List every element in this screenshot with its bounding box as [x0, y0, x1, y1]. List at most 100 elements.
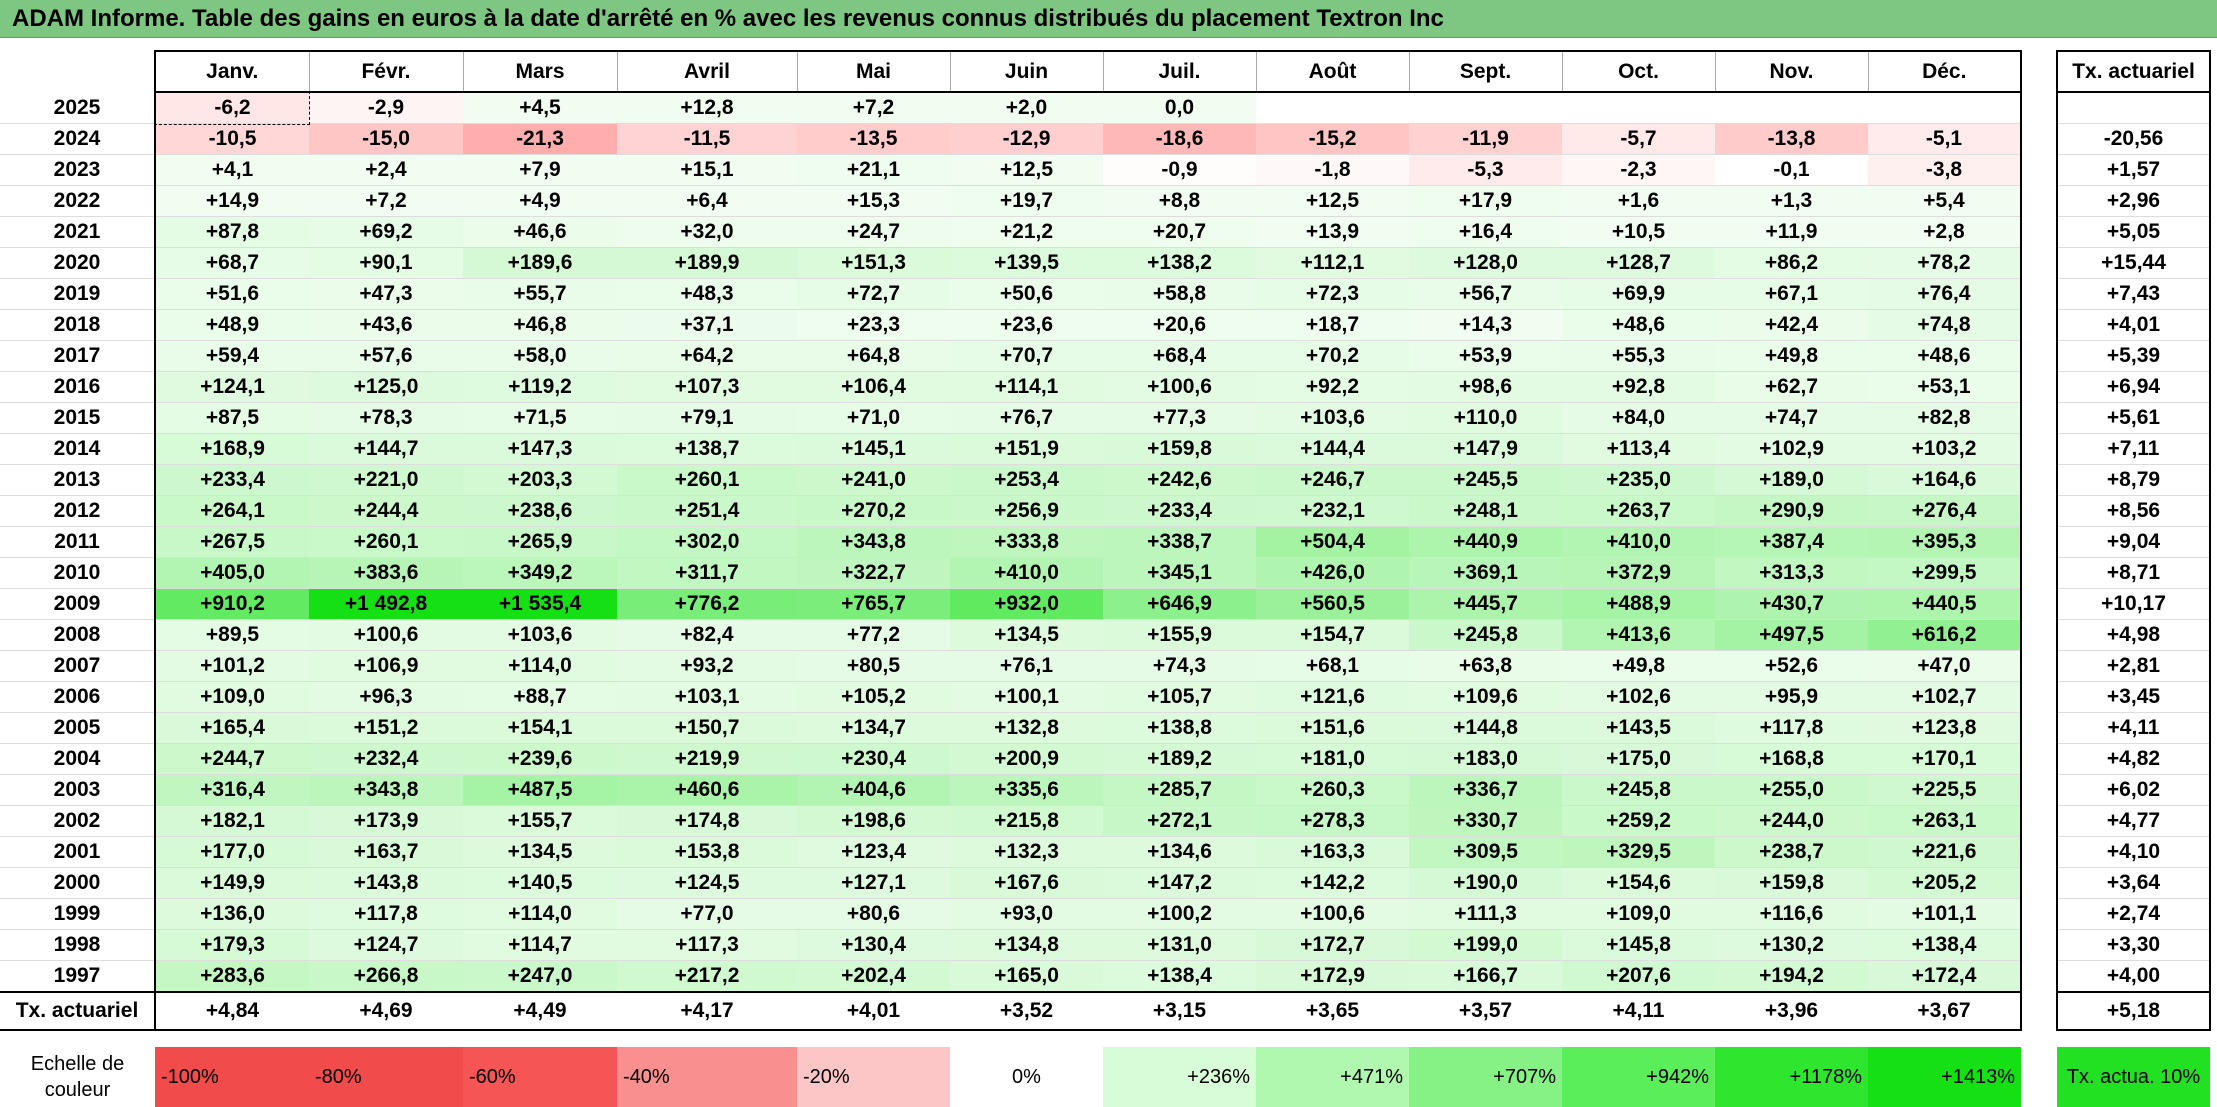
value-cell: +105,7 [1103, 681, 1256, 713]
value-cell: +4,9 [463, 185, 617, 217]
value-cell: +230,4 [797, 743, 950, 775]
value-cell: +260,3 [1256, 774, 1409, 806]
value-cell: +51,6 [155, 278, 309, 310]
value-cell: -10,5 [155, 123, 309, 155]
year-cell: 2017 [0, 340, 156, 372]
rate-cell: +8,71 [2056, 557, 2211, 589]
value-cell: -11,9 [1409, 123, 1562, 155]
rate-cell: +8,56 [2056, 495, 2211, 527]
value-cell: +48,6 [1562, 309, 1715, 341]
table-row: 2025 -6,2 -2,9 +4,5 +12,8 +7,2 +2,0 0,0 [0, 91, 2211, 125]
value-cell: +369,1 [1409, 557, 1562, 589]
value-cell: -12,9 [950, 123, 1103, 155]
month-header: Févr. [308, 50, 463, 93]
value-cell: +78,3 [309, 402, 463, 434]
value-cell: +106,4 [797, 371, 950, 403]
gap-cell [2021, 774, 2057, 806]
footer-value: +4,84 [155, 991, 309, 1031]
value-cell: +263,1 [1868, 805, 2022, 837]
value-cell: +147,9 [1409, 433, 1562, 465]
value-cell: +278,3 [1256, 805, 1409, 837]
year-cell: 2013 [0, 464, 156, 496]
value-cell: +172,7 [1256, 929, 1409, 961]
value-cell: +124,7 [309, 929, 463, 961]
year-cell: 2009 [0, 588, 156, 620]
value-cell [1562, 92, 1715, 124]
value-cell: +138,4 [1103, 960, 1256, 993]
value-cell: +77,0 [617, 898, 797, 930]
value-cell: -5,7 [1562, 123, 1715, 155]
value-cell: -13,8 [1715, 123, 1868, 155]
table-row: 2005 +165,4 +151,2 +154,1 +150,7 +134,7 +132,8… [0, 712, 2211, 744]
rate-cell: +4,01 [2056, 309, 2211, 341]
value-cell: +189,9 [617, 247, 797, 279]
value-cell: +88,7 [463, 681, 617, 713]
value-cell: +109,0 [155, 681, 309, 713]
value-cell: +255,0 [1715, 774, 1868, 806]
rate-cell: +2,74 [2056, 898, 2211, 930]
color-scale-swatch: +1413% [1868, 1047, 2021, 1107]
gap-cell [2021, 619, 2057, 651]
report-title: ADAM Informe. Table des gains en euros à… [0, 0, 2217, 38]
year-cell: 2024 [0, 123, 156, 155]
year-cell: 2021 [0, 216, 156, 248]
value-cell: -5,1 [1868, 123, 2022, 155]
year-cell: 2022 [0, 185, 156, 217]
color-scale-rate: Tx. actua. 10% [2057, 1047, 2210, 1107]
year-cell: 2010 [0, 557, 156, 589]
value-cell: +189,0 [1715, 464, 1868, 496]
value-cell: +138,8 [1103, 712, 1256, 744]
value-cell: +24,7 [797, 216, 950, 248]
value-cell: +47,0 [1868, 650, 2022, 682]
value-cell: +174,8 [617, 805, 797, 837]
value-cell: +168,8 [1715, 743, 1868, 775]
value-cell: +1,6 [1562, 185, 1715, 217]
value-cell: +93,0 [950, 898, 1103, 930]
value-cell: +145,1 [797, 433, 950, 465]
table-row: 2009 +910,2 +1 492,8 +1 535,4 +776,2 +765,7 +9… [0, 588, 2211, 620]
value-cell: +103,6 [463, 619, 617, 651]
value-cell: +336,7 [1409, 774, 1562, 806]
value-cell: +20,7 [1103, 216, 1256, 248]
value-cell: +155,7 [463, 805, 617, 837]
color-scale-swatch: -60% [463, 1047, 617, 1107]
value-cell: +147,2 [1103, 867, 1256, 899]
year-cell: 2011 [0, 526, 156, 558]
color-scale-swatch: 0% [950, 1047, 1103, 1107]
rate-cell: +4,11 [2056, 712, 2211, 744]
value-cell: +244,4 [309, 495, 463, 527]
value-cell: +48,3 [617, 278, 797, 310]
value-cell: +23,3 [797, 309, 950, 341]
value-cell [1409, 92, 1562, 124]
value-cell: +179,3 [155, 929, 309, 961]
value-cell: +199,0 [1409, 929, 1562, 961]
table-row: 2012 +264,1 +244,4 +238,6 +251,4 +270,2 +256,9… [0, 495, 2211, 527]
value-cell: +151,2 [309, 712, 463, 744]
value-cell: +765,7 [797, 588, 950, 620]
value-cell: +154,1 [463, 712, 617, 744]
color-scale-swatch: -40% [617, 1047, 797, 1107]
value-cell: +285,7 [1103, 774, 1256, 806]
value-cell: +128,0 [1409, 247, 1562, 279]
value-cell: +53,1 [1868, 371, 2022, 403]
gap-cell [2021, 464, 2057, 496]
rate-cell: +8,79 [2056, 464, 2211, 496]
value-cell: +95,9 [1715, 681, 1868, 713]
year-cell: 2000 [0, 867, 156, 899]
value-cell: +343,8 [309, 774, 463, 806]
value-cell: +69,2 [309, 216, 463, 248]
value-cell: -0,9 [1103, 154, 1256, 186]
year-cell: 1997 [0, 960, 156, 993]
value-cell: +111,3 [1409, 898, 1562, 930]
value-cell: +413,6 [1562, 619, 1715, 651]
year-cell: 2007 [0, 650, 156, 682]
gap-cell [2021, 123, 2057, 155]
value-cell: +55,3 [1562, 340, 1715, 372]
value-cell: +198,6 [797, 805, 950, 837]
value-cell: +109,6 [1409, 681, 1562, 713]
value-cell: -5,3 [1409, 154, 1562, 186]
value-cell: +247,0 [463, 960, 617, 993]
value-cell: +14,3 [1409, 309, 1562, 341]
value-cell: +155,9 [1103, 619, 1256, 651]
value-cell: +316,4 [155, 774, 309, 806]
